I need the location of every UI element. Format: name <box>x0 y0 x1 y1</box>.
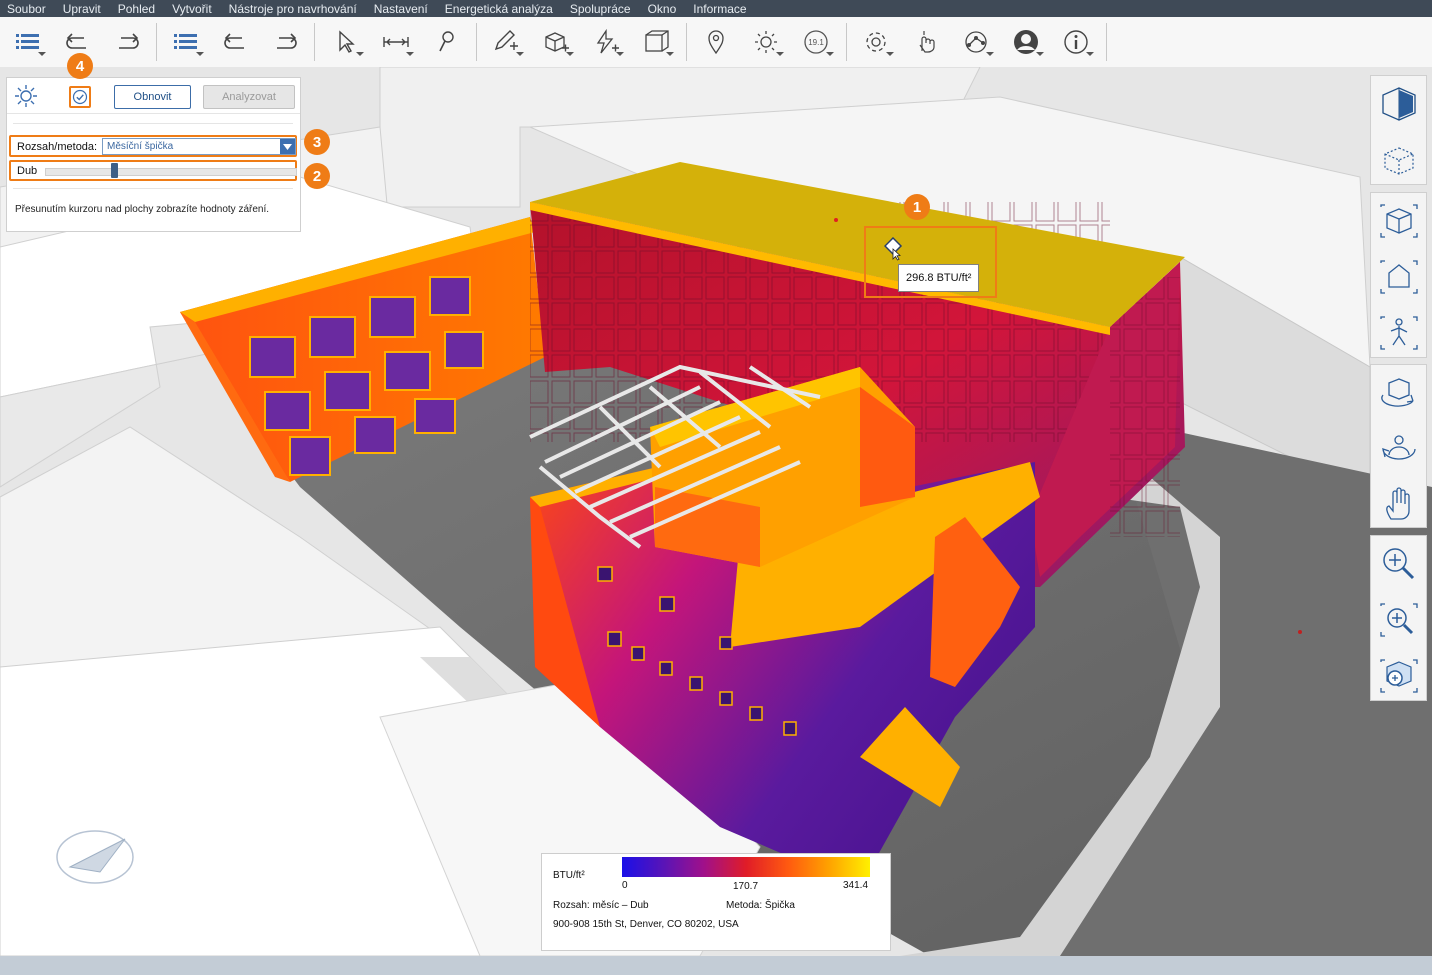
month-slider-thumb[interactable] <box>111 163 119 178</box>
probe-diamond-icon <box>883 236 904 266</box>
check-display-icon[interactable] <box>69 86 91 108</box>
look-around-icon[interactable] <box>1371 421 1426 477</box>
view-cube-icon[interactable] <box>1371 76 1426 132</box>
legend-range: Rozsah: měsíc – Dub <box>553 900 649 911</box>
analyze-button[interactable]: Analyzovat <box>203 85 295 109</box>
list-menu-icon[interactable] <box>170 26 204 58</box>
location-pin-icon[interactable] <box>700 26 732 58</box>
refresh-button[interactable]: Obnovit <box>114 85 191 109</box>
menu-nastaveni[interactable]: Nastavení <box>367 2 438 16</box>
callout-2: 2 <box>304 163 330 189</box>
zoom-group <box>1370 535 1427 701</box>
hand-touch-icon[interactable] <box>910 26 942 58</box>
menu-energeticka-analyza[interactable]: Energetická analýza <box>438 2 563 16</box>
lightning-add-icon[interactable] <box>590 26 624 58</box>
radiation-tooltip: 296.8 BTU/ft² <box>898 264 980 292</box>
pencil-add-icon[interactable] <box>490 26 524 58</box>
month-label: Dub <box>17 165 38 177</box>
svg-text:19.1: 19.1 <box>808 38 824 47</box>
menu-informace[interactable]: Informace <box>686 2 756 16</box>
solar-analysis-panel: Obnovit Analyzovat Rozsah/metoda: Měsíčn… <box>6 77 301 232</box>
list-menu-icon[interactable] <box>12 26 46 58</box>
legend-address: 900-908 15th St, Denver, CO 80202, USA <box>553 919 739 930</box>
menu-spoluprace[interactable]: Spolupráce <box>563 2 641 16</box>
callout-1: 1 <box>904 194 930 220</box>
pan-hand-icon[interactable] <box>1371 477 1426 533</box>
undo-icon[interactable] <box>220 26 252 58</box>
menu-upravit[interactable]: Upravit <box>56 2 111 16</box>
menu-pohled[interactable]: Pohled <box>111 2 165 16</box>
menu-soubor[interactable]: Soubor <box>0 2 56 16</box>
user-icon[interactable] <box>1010 26 1044 58</box>
callout-3: 3 <box>304 129 330 155</box>
legend-color-scale <box>622 857 870 877</box>
walk-person-icon[interactable] <box>1371 305 1426 361</box>
navigation-group <box>1370 364 1427 528</box>
measure-icon[interactable] <box>380 26 414 58</box>
month-slider-track[interactable] <box>45 168 297 176</box>
range-method-value: Měsíční špička <box>107 141 174 152</box>
status-bar <box>0 956 1432 975</box>
legend-max: 341.4 <box>843 880 869 891</box>
legend-mid: 170.7 <box>733 881 759 892</box>
globe-share-icon[interactable] <box>960 26 994 58</box>
redo-icon[interactable] <box>111 26 143 58</box>
zoom-window-icon[interactable] <box>1371 592 1426 648</box>
legend-method: Metoda: Špička <box>726 900 795 911</box>
legend-min: 0 <box>622 880 628 891</box>
orbit-icon[interactable] <box>1371 365 1426 421</box>
menu-nastroje[interactable]: Nástroje pro navrhování <box>222 2 367 16</box>
redo-icon[interactable] <box>269 26 301 58</box>
sun-icon[interactable] <box>750 26 784 58</box>
callout-4: 4 <box>67 53 93 79</box>
view-cube-group <box>1370 75 1427 185</box>
select-arrow-icon[interactable] <box>330 26 364 58</box>
menu-okno[interactable]: Okno <box>641 2 687 16</box>
menu-vytvorit[interactable]: Vytvořit <box>165 2 222 16</box>
menu-bar: Soubor Upravit Pohled Vytvořit Nástroje … <box>0 0 1432 17</box>
orbit-box-icon[interactable] <box>1371 193 1426 249</box>
perspective-cube-icon[interactable] <box>1371 132 1426 188</box>
box-add-icon[interactable] <box>540 26 574 58</box>
info-icon[interactable] <box>1060 26 1094 58</box>
chevron-down-icon[interactable] <box>280 139 295 154</box>
house-view-icon[interactable] <box>1371 249 1426 305</box>
zoom-fit-icon[interactable] <box>1371 648 1426 704</box>
range-method-select[interactable]: Měsíční špička <box>102 138 296 155</box>
view-mode-group <box>1370 192 1427 358</box>
frame-icon[interactable] <box>640 26 674 58</box>
zoom-in-icon[interactable] <box>1371 536 1426 592</box>
toolbar: 19.1 <box>0 17 1432 68</box>
hover-hint-text: Přesunutím kurzoru nad plochy zobrazíte … <box>15 204 270 215</box>
legend-unit: BTU/ft² <box>553 870 585 881</box>
range-method-label: Rozsah/metoda: <box>17 141 98 153</box>
radiation-legend: BTU/ft² 0 170.7 341.4 Rozsah: měsíc – Du… <box>541 853 891 951</box>
paint-icon[interactable] <box>430 26 462 58</box>
settings-icon[interactable] <box>860 26 894 58</box>
month-slider-row: Dub <box>9 160 297 181</box>
badge-19-icon[interactable]: 19.1 <box>800 26 834 58</box>
sun-settings-icon[interactable] <box>13 83 39 109</box>
range-method-row: Rozsah/metoda: Měsíční špička <box>9 135 297 157</box>
